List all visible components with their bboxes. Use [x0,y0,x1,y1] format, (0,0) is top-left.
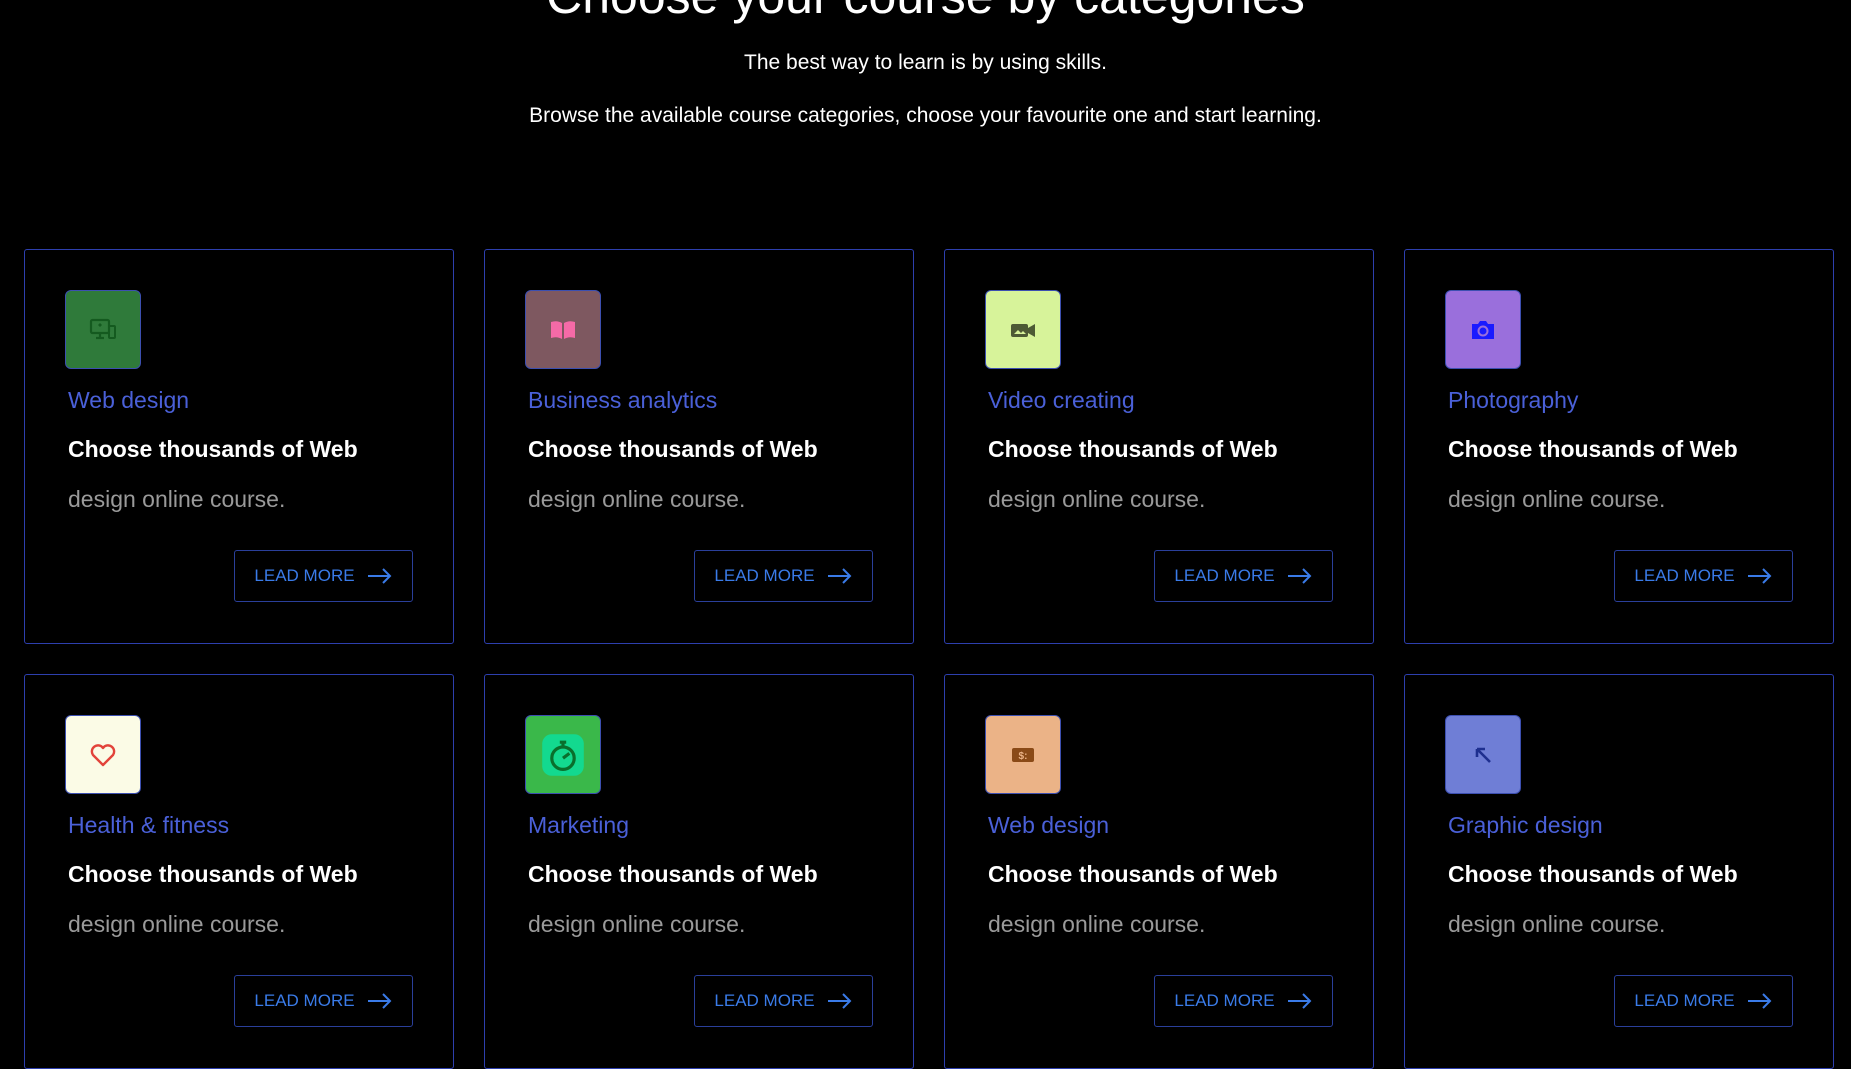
card-heading: Choose thousands of Web [1448,861,1738,887]
card-heading: Choose thousands of Web [528,436,818,462]
card-heading: Choose thousands of Web [988,861,1278,887]
category-card: Business analytics Choose thousands of W… [484,249,914,644]
category-card: Web design Choose thousands of Web desig… [24,249,454,644]
card-description: design online course. [988,911,1206,937]
lead-more-button[interactable]: LEAD MORE [694,550,873,602]
category-icon-box [65,290,141,369]
lead-more-label: LEAD MORE [1174,566,1275,585]
category-card: Photography Choose thousands of Web desi… [1404,249,1834,644]
lead-more-button[interactable]: LEAD MORE [1614,550,1793,602]
lead-more-label: LEAD MORE [714,566,815,585]
category-icon-box [1445,715,1521,794]
money-icon: $: [1012,747,1034,762]
card-description: design online course. [1448,486,1666,512]
arrow-right-icon [367,993,391,1009]
arrow-right-icon [1747,568,1771,584]
lead-more-button[interactable]: LEAD MORE [1614,975,1793,1027]
card-description: design online course. [988,486,1206,512]
category-icon-box [1445,290,1521,369]
arrow-right-icon [1747,993,1771,1009]
book-icon [551,320,575,339]
category-title: Web design [68,387,190,413]
lead-more-label: LEAD MORE [254,991,355,1010]
lead-more-button[interactable]: LEAD MORE [234,975,413,1027]
monitor-devices-icon [89,318,116,339]
category-grid: Web design Choose thousands of Web desig… [24,249,1834,1069]
category-card: Graphic design Choose thousands of Web d… [1404,674,1834,1069]
category-title: Photography [1448,387,1579,413]
category-title: Health & fitness [68,812,230,838]
card-description: design online course. [68,486,286,512]
video-camera-icon [1011,323,1035,337]
card-heading: Choose thousands of Web [528,861,818,887]
arrow-up-left-icon [1475,747,1491,763]
category-title: Business analytics [528,387,718,413]
page-title: Choose your course by categories [0,0,1851,24]
svg-text:$:: $: [1019,751,1028,762]
category-card: Marketing Choose thousands of Web design… [484,674,914,1069]
camera-icon [1472,320,1494,339]
category-title: Web design [988,812,1110,838]
lead-more-label: LEAD MORE [254,566,355,585]
card-heading: Choose thousands of Web [68,861,358,887]
arrow-right-icon [827,568,851,584]
card-description: design online course. [68,911,286,937]
card-description: design online course. [528,486,746,512]
category-title: Video creating [988,387,1135,413]
heart-icon [90,743,116,766]
arrow-right-icon [1287,568,1311,584]
category-icon-box [985,290,1061,369]
card-description: design online course. [528,911,746,937]
lead-more-button[interactable]: LEAD MORE [234,550,413,602]
arrow-right-icon [1287,993,1311,1009]
category-card: Health & fitness Choose thousands of Web… [24,674,454,1069]
page-subtitle: The best way to learn is by using skills… [744,51,1107,74]
card-heading: Choose thousands of Web [1448,436,1738,462]
arrow-right-icon [367,568,391,584]
lead-more-button[interactable]: LEAD MORE [694,975,873,1027]
lead-more-label: LEAD MORE [1174,991,1275,1010]
lead-more-label: LEAD MORE [714,991,815,1010]
stopwatch-icon [542,733,584,776]
card-description: design online course. [1448,911,1666,937]
category-card: $: Web design Choose thousands of Web de… [944,674,1374,1069]
category-title: Graphic design [1448,812,1603,838]
lead-more-label: LEAD MORE [1634,991,1735,1010]
category-icon-box: $: [985,715,1061,794]
category-icon-box [65,715,141,794]
lead-more-button[interactable]: LEAD MORE [1154,550,1333,602]
category-title: Marketing [528,812,629,838]
card-heading: Choose thousands of Web [988,436,1278,462]
arrow-right-icon [827,993,851,1009]
category-card: Video creating Choose thousands of Web d… [944,249,1374,644]
card-heading: Choose thousands of Web [68,436,358,462]
lead-more-label: LEAD MORE [1634,566,1735,585]
category-icon-box [525,290,601,369]
category-icon-box [525,715,601,794]
lead-more-button[interactable]: LEAD MORE [1154,975,1333,1027]
page-description: Browse the available course categories, … [529,104,1322,127]
